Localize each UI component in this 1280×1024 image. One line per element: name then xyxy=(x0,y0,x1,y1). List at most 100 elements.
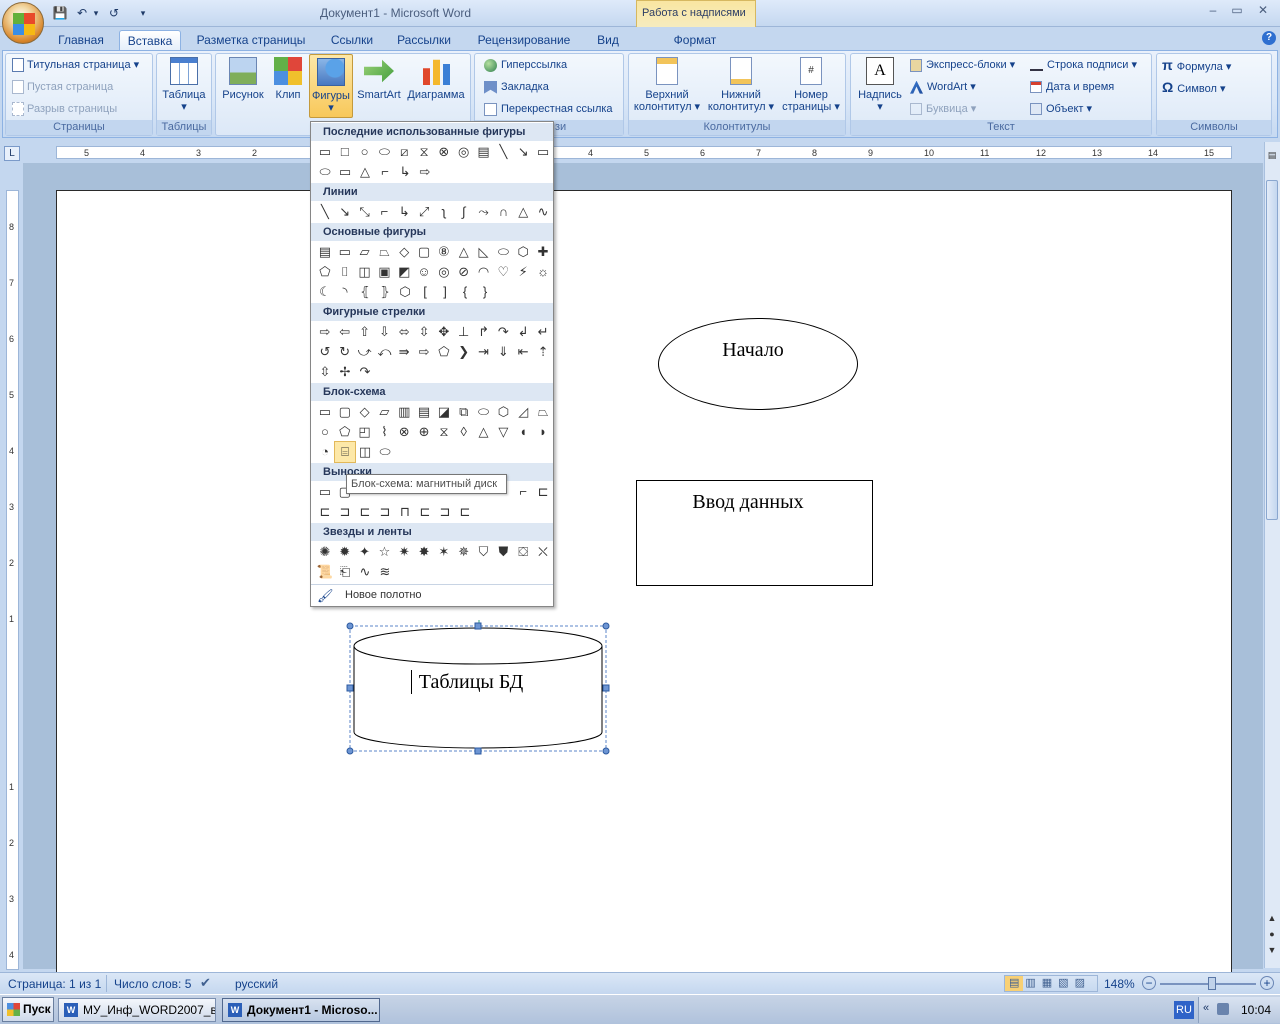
undo-icon[interactable]: ↶ xyxy=(74,5,90,22)
footer-button[interactable]: Нижний колонтитул ▾ xyxy=(704,57,778,113)
ruler-tick-label: 3 xyxy=(9,502,15,512)
textbox-button[interactable]: A Надпись ▾ xyxy=(854,57,906,113)
zoom-slider-thumb[interactable] xyxy=(1208,977,1216,990)
ruler-tick-label: 15 xyxy=(1204,148,1215,158)
ruler-tick-label: 5 xyxy=(9,390,15,400)
callouts-row-2[interactable]: ⊏ ⊐ ⊏ ⊐ ⊓ ⊏ ⊐ ⊏ xyxy=(315,502,553,522)
ellipse-shape[interactable] xyxy=(658,318,858,410)
language-status[interactable]: русский xyxy=(235,977,278,991)
section-stars-banners: Звезды и ленты xyxy=(311,523,553,541)
ruler-tick-label: 1 xyxy=(9,614,15,624)
equation-button[interactable]: π Формула ▾ xyxy=(1162,55,1231,75)
dropcap-button[interactable]: Буквица ▾ xyxy=(910,99,976,119)
tab-insert[interactable]: Вставка xyxy=(119,30,181,51)
lines-row[interactable]: ╲ ↘ ⤡ ⌐ ↳ ⤢ ʅ ∫ ⤳ ∩ △ ∿ xyxy=(315,202,553,222)
wordart-button[interactable]: WordArt ▾ xyxy=(910,77,976,97)
ruler-tick-label: 10 xyxy=(924,148,935,158)
flowchart-row-1[interactable]: ▭ ▢ ◇ ▱ ▥ ▤ ◪ ⧉ ⬭ ⬡ ◿ ⏢ xyxy=(315,402,553,422)
ruler-toggle-icon[interactable]: ▤ xyxy=(1266,150,1278,162)
picture-button[interactable]: Рисунок xyxy=(220,57,266,101)
vertical-ruler[interactable] xyxy=(6,190,19,970)
section-flowchart: Блок-схема xyxy=(311,383,553,401)
scroll-nav-icons[interactable]: ▲ ● ▼ xyxy=(1266,910,1278,958)
ruler-tick-label: 12 xyxy=(1036,148,1047,158)
basic-shapes-row-3[interactable]: ☾ ◝ ⦃ ⦄ ⬡[]{} xyxy=(315,282,553,302)
proofing-check-icon[interactable]: ✔ xyxy=(200,975,211,991)
block-arrows-row-1[interactable]: ⇨ ⇦ ⇧ ⇩ ⬄ ⇳ ✥ ⊥ ↱ ↷ ↲ ↵ xyxy=(315,322,553,342)
ellipse-shape-text[interactable]: Начало xyxy=(658,339,848,362)
word-icon: W xyxy=(64,1003,78,1017)
word-count-status[interactable]: Число слов: 5 xyxy=(114,977,191,991)
smartart-button[interactable]: SmartArt xyxy=(355,57,403,101)
blank-page-button[interactable]: Пустая страница xyxy=(12,77,113,97)
stars-row-2[interactable]: 📜 ⎗ ∿ ≋ xyxy=(315,562,553,582)
block-arrows-row-3[interactable]: ⇳ ✢ ↷ xyxy=(315,362,553,382)
cover-page-button[interactable]: Титульная страница ▾ xyxy=(12,55,139,75)
object-button[interactable]: Объект ▾ xyxy=(1030,99,1092,119)
clip-button[interactable]: Клип xyxy=(270,57,306,101)
magnetic-disk-shape-text[interactable]: Таблицы БД xyxy=(356,671,586,694)
help-icon[interactable]: ? xyxy=(1262,31,1276,45)
tab-references[interactable]: Ссылки xyxy=(322,30,382,51)
taskbar-item-word-doc2[interactable]: W Документ1 - Microso... xyxy=(222,998,380,1022)
redo-icon[interactable]: ↺ xyxy=(106,5,122,22)
flowchart-row-3[interactable]: ◔ ⌸ ◫ ⬭ xyxy=(315,441,553,463)
stars-row-1[interactable]: ✺ ✹ ✦ ☆ ✷ ✸ ✶ ✵ ⛉ ⛊ ⛋ ⛌ xyxy=(315,542,553,562)
cross-reference-button[interactable]: Перекрестная ссылка xyxy=(484,99,613,119)
chart-label: Диаграмма xyxy=(407,89,465,101)
rectangle-shape-text[interactable]: Ввод данных xyxy=(636,491,860,514)
signature-line-button[interactable]: Строка подписи ▾ xyxy=(1030,55,1137,75)
tab-mailings[interactable]: Рассылки xyxy=(390,30,458,51)
close-button[interactable]: ✕ xyxy=(1252,3,1274,21)
tab-stop-selector[interactable]: L xyxy=(4,146,20,161)
ruler-tick-label: 2 xyxy=(9,558,15,568)
date-time-button[interactable]: Дата и время xyxy=(1030,77,1114,97)
tab-page-layout[interactable]: Разметка страницы xyxy=(190,30,312,51)
flowchart-row-2[interactable]: ○ ⬠ ◰ ⌇ ⊗ ⊕ ⧖ ◊ △ ▽ ◖ ◗ xyxy=(315,422,553,442)
footer-label-1: Нижний xyxy=(721,89,761,101)
view-buttons[interactable]: ▤▥▦▧▨ xyxy=(1004,975,1098,992)
recent-shapes-row-2[interactable]: ⬭ ▭ △ ⌐ ↳ ⇨ xyxy=(315,162,553,182)
tab-review[interactable]: Рецензирование xyxy=(468,30,580,51)
new-canvas-item[interactable]: 🖌 Новое полотно xyxy=(311,584,553,606)
vertical-scrollbar-thumb[interactable] xyxy=(1266,180,1278,520)
page-count-status[interactable]: Страница: 1 из 1 xyxy=(8,977,101,991)
basic-shapes-row-1[interactable]: ▤ ▭ ▱ ⏢ ◇ ▢ ⑧ △ ◺ ⬭ ⬡ ✚ xyxy=(315,242,553,262)
header-button[interactable]: Верхний колонтитул ▾ xyxy=(632,57,702,113)
hyperlink-button[interactable]: Гиперссылка xyxy=(484,55,567,75)
magnetic-disk-shape-item[interactable]: ⌸ xyxy=(334,441,356,463)
cross-reference-label: Перекрестная ссылка xyxy=(501,103,613,115)
customize-quick-access-icon[interactable]: ▾ xyxy=(138,5,148,22)
table-button[interactable]: Таблица ▾ xyxy=(160,57,208,113)
taskbar-item-word-doc1[interactable]: W МУ_Инф_WORD2007_в... xyxy=(58,998,216,1022)
undo-dropdown-icon[interactable]: ▾ xyxy=(92,5,100,22)
object-icon xyxy=(1030,103,1042,116)
page-break-button[interactable]: Разрыв страницы xyxy=(12,99,117,119)
bookmark-button[interactable]: Закладка xyxy=(484,77,549,97)
header-icon xyxy=(656,57,678,85)
page-number-button[interactable]: # Номер страницы ▾ xyxy=(780,57,842,113)
input-language-indicator[interactable]: RU xyxy=(1174,1001,1194,1019)
symbol-button[interactable]: Ω Символ ▾ xyxy=(1162,77,1225,97)
recent-shapes-row-1[interactable]: ▭ □ ○ ⬭ ⧄ ⧖ ⊗ ◎ ▤ ╲ ↘ ▭ xyxy=(315,142,553,162)
chart-button[interactable]: Диаграмма xyxy=(404,57,468,101)
speaker-icon[interactable] xyxy=(1217,1003,1229,1015)
quick-parts-button[interactable]: Экспресс-блоки ▾ xyxy=(910,55,1015,75)
start-button[interactable]: Пуск xyxy=(2,997,54,1022)
text-cursor xyxy=(411,670,412,694)
ruler-tick-label: 3 xyxy=(9,894,15,904)
zoom-in-button[interactable]: + xyxy=(1260,976,1274,990)
tab-home[interactable]: Главная xyxy=(48,30,114,51)
tab-format[interactable]: Формат xyxy=(656,30,734,51)
tab-view[interactable]: Вид xyxy=(588,30,628,51)
restore-button[interactable]: ▭ xyxy=(1226,3,1248,21)
save-icon[interactable]: 💾 xyxy=(52,5,68,22)
tray-expand-icon[interactable]: « xyxy=(1203,1002,1209,1014)
zoom-out-button[interactable]: − xyxy=(1142,976,1156,990)
office-button[interactable] xyxy=(2,2,44,44)
basic-shapes-row-2[interactable]: ⬠ ⌷ ◫ ▣ ◩ ☺ ◎ ⊘ ◠ ♡ ⚡ ☼ xyxy=(315,262,553,282)
zoom-level[interactable]: 148% xyxy=(1104,977,1135,991)
shapes-button[interactable]: Фигуры ▾ xyxy=(309,54,353,118)
block-arrows-row-2[interactable]: ↺ ↻ ⤻ ⤺ ⇛ ⇨ ⬠ ❯ ⇥ ⇓ ⇤ ⇡ xyxy=(315,342,553,362)
minimize-button[interactable]: – xyxy=(1202,3,1224,21)
